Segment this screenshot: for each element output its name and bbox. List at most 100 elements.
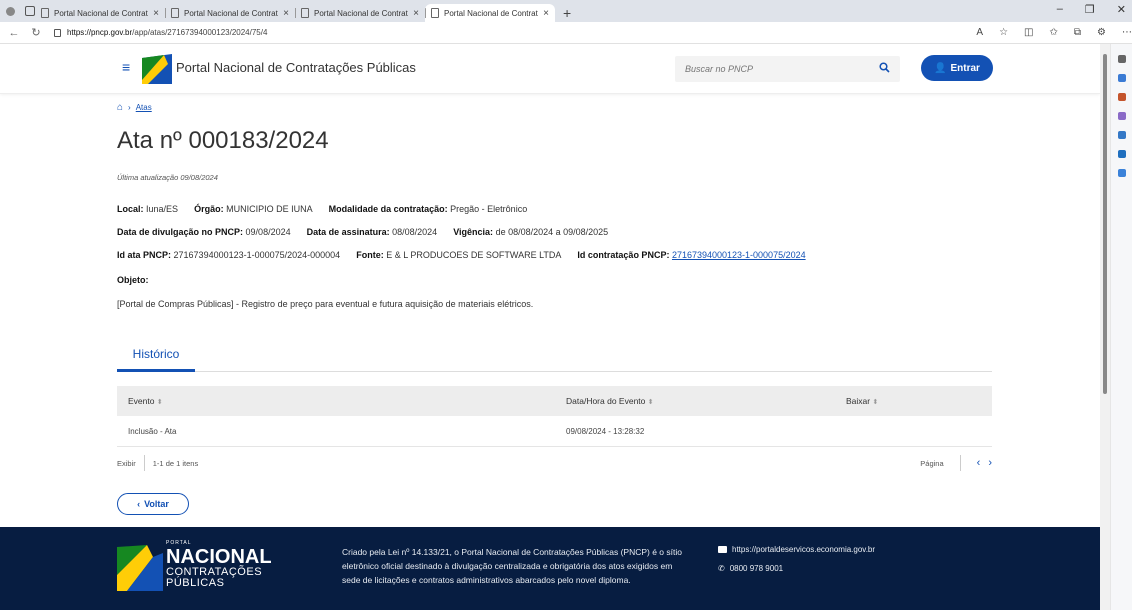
browser-tab[interactable]: Portal Nacional de Contratações× xyxy=(295,4,425,22)
extensions-icon[interactable]: ⚙ xyxy=(1097,27,1106,38)
prev-page-icon[interactable]: ‹ xyxy=(977,457,981,469)
favorite-icon[interactable]: ☆ xyxy=(999,27,1008,38)
divulgacao-value: 09/08/2024 xyxy=(245,227,291,237)
people-icon[interactable] xyxy=(1117,112,1126,120)
last-updated: Última atualização 09/08/2024 xyxy=(117,173,218,182)
footer-link[interactable]: https://portaldeservicos.economia.gov.br xyxy=(732,545,875,554)
pncp-logo xyxy=(142,54,172,84)
send-icon[interactable] xyxy=(1117,169,1126,177)
details-row-2: Data de divulgação no PNCP: 09/08/2024 D… xyxy=(117,227,609,237)
mail-icon xyxy=(718,546,727,553)
page-icon xyxy=(301,8,309,18)
footer-contact: https://portaldeservicos.economia.gov.br… xyxy=(718,545,875,583)
exibir-label[interactable]: Exibir xyxy=(117,459,136,468)
login-button[interactable]: 👤 Entrar xyxy=(921,55,993,81)
new-tab-icon[interactable]: + xyxy=(555,4,579,22)
site-header: ≡ Portal Nacional de Contratações Públic… xyxy=(0,44,1100,94)
site-title[interactable]: Portal Nacional de Contratações Públicas xyxy=(176,60,416,75)
phone-icon: ✆ xyxy=(718,564,725,573)
outlook-icon[interactable] xyxy=(1117,150,1126,158)
split-screen-icon[interactable]: ◫ xyxy=(1024,27,1033,38)
url-path: /app/atas/27167394000123/2024/75/4 xyxy=(132,28,268,37)
history-table: Evento ⬍ Data/Hora do Evento ⬍ Baixar ⬍ … xyxy=(117,386,992,447)
vigencia-value: de 08/08/2024 a 09/08/2025 xyxy=(495,227,609,237)
url-field[interactable]: https://pncp.gov.br/app/atas/27167394000… xyxy=(53,28,912,37)
minimize-icon[interactable]: – xyxy=(1057,3,1063,16)
close-tab-icon[interactable]: × xyxy=(543,8,549,19)
scrollbar-thumb[interactable] xyxy=(1103,54,1107,394)
tag-icon[interactable] xyxy=(1117,74,1126,82)
address-bar: ← ↻ https://pncp.gov.br/app/atas/2716739… xyxy=(0,22,1132,44)
workspaces-icon[interactable] xyxy=(25,6,35,16)
tab-historico[interactable]: Histórico xyxy=(117,342,195,372)
column-evento[interactable]: Evento ⬍ xyxy=(117,396,566,406)
search-sidebar-icon[interactable] xyxy=(1117,55,1126,63)
sort-icon: ⬍ xyxy=(647,399,654,406)
column-baixar[interactable]: Baixar ⬍ xyxy=(846,396,992,406)
search-box xyxy=(675,56,900,82)
divider xyxy=(959,455,961,471)
shopping-icon[interactable] xyxy=(1117,93,1126,101)
cell-data-hora: 09/08/2024 - 13:28:32 xyxy=(566,426,645,436)
search-icon[interactable] xyxy=(879,62,890,76)
favorites-icon[interactable]: ✩ xyxy=(1050,27,1058,38)
browser-tab[interactable]: Portal Nacional de Contratações× xyxy=(165,4,295,22)
details-row-1: Local: Iuna/ES Órgão: MUNICIPIO DE IUNA … xyxy=(117,204,528,214)
copilot-icon[interactable] xyxy=(1117,131,1126,139)
pagination: Exibir 1-1 de 1 itens Página ‹ › xyxy=(117,448,992,478)
page-icon xyxy=(171,8,179,18)
page-icon xyxy=(41,8,49,18)
footer-logo xyxy=(117,545,163,591)
browser-tab-active[interactable]: Portal Nacional de Contratações× xyxy=(425,4,555,22)
page-scrollbar[interactable] xyxy=(1100,44,1110,610)
objeto-label-row: Objeto: xyxy=(117,275,149,285)
details-row-3: Id ata PNCP: 27167394000123-1-000075/202… xyxy=(117,250,806,260)
tabs: Histórico xyxy=(117,342,992,372)
cell-evento: Inclusão - Ata xyxy=(128,426,177,436)
pagina-label[interactable]: Página xyxy=(920,459,943,468)
browser-sidebar xyxy=(1110,44,1132,610)
breadcrumb-atas-link[interactable]: Atas xyxy=(136,103,152,112)
page-icon xyxy=(431,8,439,18)
back-icon[interactable]: ← xyxy=(6,27,22,39)
modalidade-value: Pregão - Eletrônico xyxy=(450,204,528,214)
collections-icon[interactable]: ⧉ xyxy=(1074,27,1081,38)
chevron-left-icon: ‹ xyxy=(137,499,141,509)
assinatura-value: 08/08/2024 xyxy=(392,227,438,237)
read-aloud-icon[interactable]: A xyxy=(976,27,983,38)
footer-phone: 0800 978 9001 xyxy=(729,564,784,573)
table-header: Evento ⬍ Data/Hora do Evento ⬍ Baixar ⬍ xyxy=(117,386,992,416)
objeto-value: [Portal de Compras Públicas] - Registro … xyxy=(117,299,534,309)
close-tab-icon[interactable]: × xyxy=(283,8,289,19)
user-icon: 👤 xyxy=(934,62,947,74)
footer: PORTAL NACIONAL CONTRATAÇÕES PÚBLICAS Cr… xyxy=(0,527,1100,610)
footer-brand: PORTAL NACIONAL CONTRATAÇÕES PÚBLICAS xyxy=(166,540,272,589)
breadcrumb: ⌂ › Atas xyxy=(117,102,152,113)
restore-icon[interactable]: ❐ xyxy=(1085,3,1095,16)
column-data-hora[interactable]: Data/Hora do Evento ⬍ xyxy=(566,396,846,406)
page-title: Ata nº 000183/2024 xyxy=(117,127,329,154)
close-tab-icon[interactable]: × xyxy=(153,8,159,19)
objeto-label: Objeto: xyxy=(117,275,149,285)
id-contratacao-link[interactable]: 27167394000123-1-000075/2024 xyxy=(672,250,806,260)
page: ≡ Portal Nacional de Contratações Públic… xyxy=(0,44,1100,610)
search-input[interactable] xyxy=(685,64,855,74)
browser-tab[interactable]: Portal Nacional de Contratações× xyxy=(35,4,165,22)
sort-icon: ⬍ xyxy=(872,399,879,406)
more-icon[interactable]: ⋯ xyxy=(1122,27,1132,38)
table-row[interactable]: Inclusão - Ata 09/08/2024 - 13:28:32 xyxy=(117,416,992,447)
close-tab-icon[interactable]: × xyxy=(413,8,419,19)
footer-description: Criado pela Lei nº 14.133/21, o Portal N… xyxy=(342,547,682,585)
orgao-value: MUNICIPIO DE IUNA xyxy=(226,204,313,214)
lock-icon xyxy=(53,28,61,37)
back-button[interactable]: ‹ Voltar xyxy=(117,493,189,515)
refresh-icon[interactable]: ↻ xyxy=(28,26,44,39)
profile-icon[interactable] xyxy=(6,6,15,16)
close-window-icon[interactable]: ✕ xyxy=(1117,3,1126,16)
home-icon[interactable]: ⌂ xyxy=(117,102,123,113)
sort-icon: ⬍ xyxy=(156,399,163,406)
local-value: Iuna/ES xyxy=(146,204,179,214)
fonte-value: E & L PRODUCOES DE SOFTWARE LTDA xyxy=(386,250,562,260)
next-page-icon[interactable]: › xyxy=(988,457,992,469)
menu-icon[interactable]: ≡ xyxy=(122,59,130,75)
